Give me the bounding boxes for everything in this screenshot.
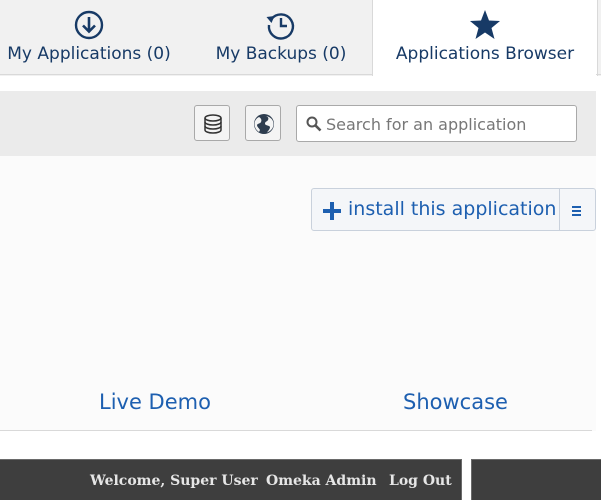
live-demo-link[interactable]: Live Demo [99, 390, 211, 414]
logout-link[interactable]: Log Out [389, 473, 452, 489]
globe-button[interactable] [245, 105, 281, 141]
install-application-button[interactable]: install this application [312, 189, 559, 230]
tabs-divider-right [596, 74, 601, 75]
download-circle-icon [74, 10, 104, 40]
omeka-admin-link[interactable]: Omeka Admin [266, 473, 377, 489]
search-icon [306, 116, 322, 132]
install-application-label: install this application [348, 198, 557, 220]
admin-bar: Welcome, Super User Omeka Admin Log Out [0, 459, 462, 500]
search-box [296, 105, 577, 142]
content-divider [0, 430, 592, 431]
tab-applications-browser-label: Applications Browser [395, 44, 575, 64]
tab-my-applications[interactable]: My Applications (0) [0, 0, 178, 75]
history-icon [266, 13, 295, 40]
install-button-group: install this application [311, 188, 596, 231]
database-button[interactable] [194, 105, 230, 141]
star-icon [470, 10, 500, 39]
database-icon [204, 114, 222, 134]
showcase-link[interactable]: Showcase [403, 390, 508, 414]
tab-my-backups[interactable]: My Backups (0) [190, 0, 372, 75]
tabs-divider [0, 74, 372, 75]
tab-applications-browser[interactable]: Applications Browser [372, 0, 598, 76]
list-icon [572, 206, 581, 208]
search-input[interactable] [326, 112, 571, 136]
plus-icon [323, 202, 341, 220]
list-icon-line [572, 214, 581, 216]
list-icon-line [572, 210, 581, 212]
admin-bar-right-panel [471, 459, 601, 500]
toolbar [0, 91, 596, 156]
welcome-text: Welcome, Super User [90, 473, 258, 489]
globe-icon [254, 114, 274, 134]
tab-my-backups-label: My Backups (0) [215, 44, 347, 64]
tab-my-applications-label: My Applications (0) [7, 44, 171, 64]
install-options-button[interactable] [560, 189, 595, 230]
tab-bar: My Applications (0) My Backups (0) Appli… [0, 0, 601, 76]
